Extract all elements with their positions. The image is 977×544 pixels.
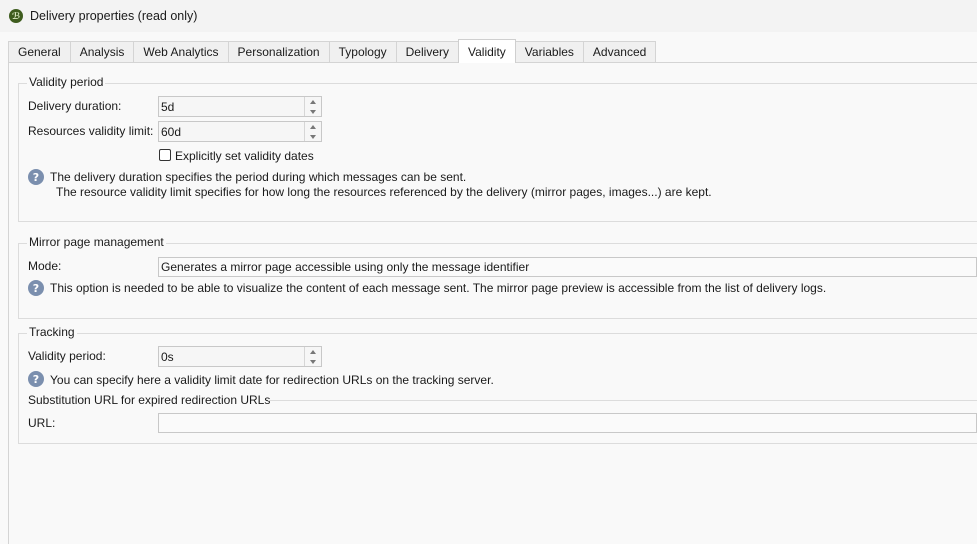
delivery-duration-up-icon[interactable] (305, 97, 321, 106)
tab-variables[interactable]: Variables (514, 41, 584, 62)
resources-validity-up-icon[interactable] (305, 122, 321, 131)
window-title: Delivery properties (read only) (30, 9, 198, 23)
tab-analysis[interactable]: Analysis (69, 41, 135, 62)
mirror-help-text: This option is needed to be able to visu… (50, 281, 827, 295)
tracking-validity-down-icon[interactable] (305, 357, 321, 366)
help-question-icon: ? (28, 169, 44, 185)
help-question-icon: ? (28, 371, 44, 387)
tab-general[interactable]: General (8, 41, 71, 62)
resources-validity-down-icon[interactable] (305, 132, 321, 141)
substitution-separator (268, 400, 977, 401)
delivery-duration-input[interactable] (159, 97, 305, 116)
resources-validity-input[interactable] (159, 122, 305, 141)
mirror-page-title: Mirror page management (27, 235, 166, 249)
validity-help-line1: The delivery duration specifies the peri… (50, 170, 467, 184)
substitution-url-title: Substitution URL for expired redirection… (28, 393, 271, 407)
tracking-title: Tracking (27, 325, 77, 339)
tab-delivery[interactable]: Delivery (395, 41, 459, 62)
url-input[interactable] (158, 413, 977, 433)
explicit-dates-checkbox[interactable] (159, 149, 171, 161)
validity-help-line2: The resource validity limit specifies fo… (56, 185, 712, 199)
tab-bar: General Analysis Web Analytics Personali… (8, 39, 657, 63)
help-question-icon: ? (28, 280, 44, 296)
delivery-duration-label: Delivery duration: (28, 99, 122, 113)
title-bar: ℬ Delivery properties (read only) (0, 0, 977, 32)
tab-advanced[interactable]: Advanced (582, 41, 657, 62)
resources-validity-spin-buttons (304, 122, 321, 141)
explicit-dates-label: Explicitly set validity dates (175, 149, 314, 163)
mode-dropdown[interactable]: Generates a mirror page accessible using… (158, 257, 977, 277)
delivery-duration-down-icon[interactable] (305, 107, 321, 116)
resources-validity-label: Resources validity limit: (28, 124, 154, 138)
tracking-validity-label: Validity period: (28, 349, 106, 363)
validity-period-title: Validity period (27, 75, 106, 89)
resources-validity-stepper[interactable] (158, 121, 322, 142)
app-logo-icon: ℬ (9, 9, 23, 23)
tab-personalization[interactable]: Personalization (227, 41, 330, 62)
mode-label: Mode: (28, 259, 62, 273)
tab-web-analytics[interactable]: Web Analytics (133, 41, 229, 62)
tracking-validity-stepper[interactable] (158, 346, 322, 367)
tracking-validity-up-icon[interactable] (305, 347, 321, 356)
tracking-validity-input[interactable] (159, 347, 305, 366)
tab-validity[interactable]: Validity (457, 39, 516, 63)
tracking-validity-spin-buttons (304, 347, 321, 366)
tracking-help-text: You can specify here a validity limit da… (50, 373, 494, 387)
delivery-duration-stepper[interactable] (158, 96, 322, 117)
tab-typology[interactable]: Typology (328, 41, 397, 62)
delivery-duration-spin-buttons (304, 97, 321, 116)
url-label: URL: (28, 416, 56, 430)
